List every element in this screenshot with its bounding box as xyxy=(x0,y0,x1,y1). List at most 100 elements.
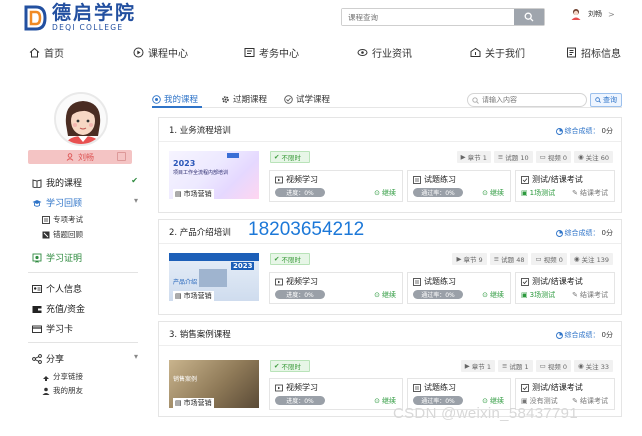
test-count-label: 3场测试 xyxy=(529,291,556,299)
sidebar-divider xyxy=(28,342,138,343)
nav-industry-news[interactable]: 行业资讯 xyxy=(357,45,412,60)
nav-label: 课程中心 xyxy=(148,49,188,60)
tab-my-courses[interactable]: 我的课程 xyxy=(152,93,198,105)
box-title: 测试/结课考试 xyxy=(532,175,583,184)
course-title[interactable]: 2. 产品介绍培训 xyxy=(169,226,231,238)
tab-trial-courses[interactable]: 试学课程 xyxy=(284,93,330,105)
user-name-badge: 刘畅 xyxy=(28,150,132,164)
exam-box: 测试/结课考试 ▣ 3场测试 ✎ 结课考试 xyxy=(515,272,615,304)
exam-icon xyxy=(521,175,529,184)
play-circle-icon: ⊙ xyxy=(482,397,488,405)
course-stats: ▶ 章节 1 ≡ 试题 1 ▭ 视频 0 ◉ 关注 33 xyxy=(460,360,613,372)
final-exam-button[interactable]: ✎ 结课考试 xyxy=(572,188,608,198)
thumb-logo xyxy=(227,153,239,158)
score-label: 综合成绩： xyxy=(564,127,600,135)
video-study-box: 视频学习 进度：0% ⊙ 继续 xyxy=(269,170,403,202)
score-value: 0分 xyxy=(601,229,613,237)
stat-text: 章节 1 xyxy=(471,363,491,371)
site-search xyxy=(341,8,545,26)
course-title-row: 2. 产品介绍培训 xyxy=(159,220,621,244)
test-count[interactable]: ▣ 3场测试 xyxy=(521,290,555,300)
query-label: 查询 xyxy=(603,96,617,104)
action-label: 结课考试 xyxy=(580,397,608,405)
user-icon xyxy=(66,153,74,161)
sidebar-item-study-review[interactable]: 学习回顾 xyxy=(32,196,82,209)
stat-text: 试题 10 xyxy=(505,154,529,162)
course-thumbnail[interactable]: 销售案例 ▤ 市场营销 xyxy=(169,360,259,408)
news-icon xyxy=(357,49,368,56)
practice-box: 试题练习 通过率：0% ⊙ 继续 xyxy=(407,272,511,304)
exam-icon xyxy=(521,277,529,286)
video-icon xyxy=(275,278,283,285)
logo-subtitle: DEQI COLLEGE xyxy=(52,23,124,32)
course-title[interactable]: 1. 业务流程培训 xyxy=(169,124,231,136)
sidebar-subitem-special-exam[interactable]: 专项考试 xyxy=(42,214,83,225)
sidebar-item-personal-info[interactable]: 个人信息 xyxy=(32,282,82,295)
user-menu[interactable]: 刘畅 > xyxy=(570,8,615,20)
avatar[interactable] xyxy=(54,92,108,146)
sidebar-item-certificate[interactable]: 学习证明 xyxy=(32,251,82,264)
stat-text: 关注 139 xyxy=(581,256,609,264)
logo[interactable]: 德启学院 DEQI COLLEGE xyxy=(22,3,136,32)
nav-home[interactable]: 首页 xyxy=(29,45,64,60)
stat-text: 视频 0 xyxy=(547,154,567,162)
box-title: 视频学习 xyxy=(286,277,318,286)
continue-button[interactable]: ⊙ 继续 xyxy=(374,290,396,300)
stat-text: 视频 0 xyxy=(547,363,567,371)
chevron-down-icon[interactable]: ▾ xyxy=(134,196,138,205)
continue-button[interactable]: ⊙ 继续 xyxy=(482,290,504,300)
sidebar-item-recharge[interactable]: 充值/资金 xyxy=(32,302,85,315)
video-icon: ▭ xyxy=(539,362,546,370)
course-stats: ▶ 章节 1 ≡ 试题 10 ▭ 视频 0 ◉ 关注 60 xyxy=(456,151,613,163)
sidebar-subitem-share-link[interactable]: 分享链接 xyxy=(42,371,83,382)
edit-profile-icon[interactable] xyxy=(117,152,126,161)
sidebar-item-share[interactable]: 分享 xyxy=(32,352,64,365)
continue-button[interactable]: ⊙ 继续 xyxy=(482,188,504,198)
course-search-input[interactable] xyxy=(482,96,577,104)
eye-icon: ◉ xyxy=(577,153,584,161)
test-count[interactable]: ▣ 1场测试 xyxy=(521,188,555,198)
sidebar-subitem-wrong-review[interactable]: 错题回顾 xyxy=(42,229,83,240)
continue-button[interactable]: ⊙ 继续 xyxy=(374,188,396,198)
course-card: 3. 销售案例课程 综合成绩： 0分 销售案例 ▤ 市场营销 ✔ 不限时 ▶ 章节 1… xyxy=(158,321,622,417)
course-title-row: 1. 业务流程培训 xyxy=(159,118,621,142)
status-badge: ✔ 不限时 xyxy=(270,360,310,372)
certificate-icon xyxy=(32,253,42,263)
main-nav: 首页 课程中心 考务中心 行业资讯 关于我们 招标信息 xyxy=(0,38,642,66)
nav-exam-center[interactable]: 考务中心 xyxy=(244,45,299,60)
tabs-divider xyxy=(152,107,622,108)
sidebar-item-my-courses[interactable]: 我的课程 xyxy=(32,176,82,189)
course-thumbnail[interactable]: 2023 产品介绍 ▤ 市场营销 xyxy=(169,253,259,301)
action-label: 结课考试 xyxy=(580,189,608,197)
nav-about-us[interactable]: 关于我们 xyxy=(470,45,525,60)
share-icon xyxy=(32,353,42,364)
video-progress: 进度：0% xyxy=(275,290,325,299)
final-exam-button[interactable]: ✎ 结课考试 xyxy=(572,290,608,300)
tab-expired-courses[interactable]: 过期课程 xyxy=(221,93,267,105)
stat-questions: ≡ 试题 1 xyxy=(497,360,533,372)
query-button[interactable]: 查询 xyxy=(590,93,622,107)
tab-label: 过期课程 xyxy=(233,95,268,105)
sidebar-user-name: 刘畅 xyxy=(78,152,94,162)
nav-tender-info[interactable]: 招标信息 xyxy=(566,45,621,60)
sidebar-item-study-card[interactable]: 学习卡 xyxy=(32,322,73,335)
chevron-down-icon[interactable]: ▾ xyxy=(134,352,138,361)
site-search-input[interactable] xyxy=(342,9,514,25)
nav-course-center[interactable]: 课程中心 xyxy=(133,45,188,60)
course-thumbnail[interactable]: 2023 项目工作全流程内部培训 ▤ 市场营销 xyxy=(169,151,259,199)
nav-label: 行业资讯 xyxy=(372,49,412,60)
nav-label: 首页 xyxy=(44,49,64,60)
play-circle-icon: ⊙ xyxy=(374,189,380,197)
course-title[interactable]: 3. 销售案例课程 xyxy=(169,328,231,340)
thumb-banner xyxy=(169,253,259,261)
score-display: 综合成绩： 0分 xyxy=(555,228,613,238)
chapter-icon: ▶ xyxy=(464,362,470,370)
thumb-text: 产品介绍 xyxy=(173,279,198,286)
site-search-button[interactable] xyxy=(514,9,544,25)
test-icon: ▣ xyxy=(521,397,528,405)
logo-title: 德启学院 xyxy=(52,2,137,24)
edit-icon: ✎ xyxy=(572,291,578,299)
stat-text: 章节 9 xyxy=(463,256,483,264)
sidebar-subitem-my-friends[interactable]: 我的朋友 xyxy=(42,385,83,396)
thumb-text: 销售案例 xyxy=(173,376,198,383)
